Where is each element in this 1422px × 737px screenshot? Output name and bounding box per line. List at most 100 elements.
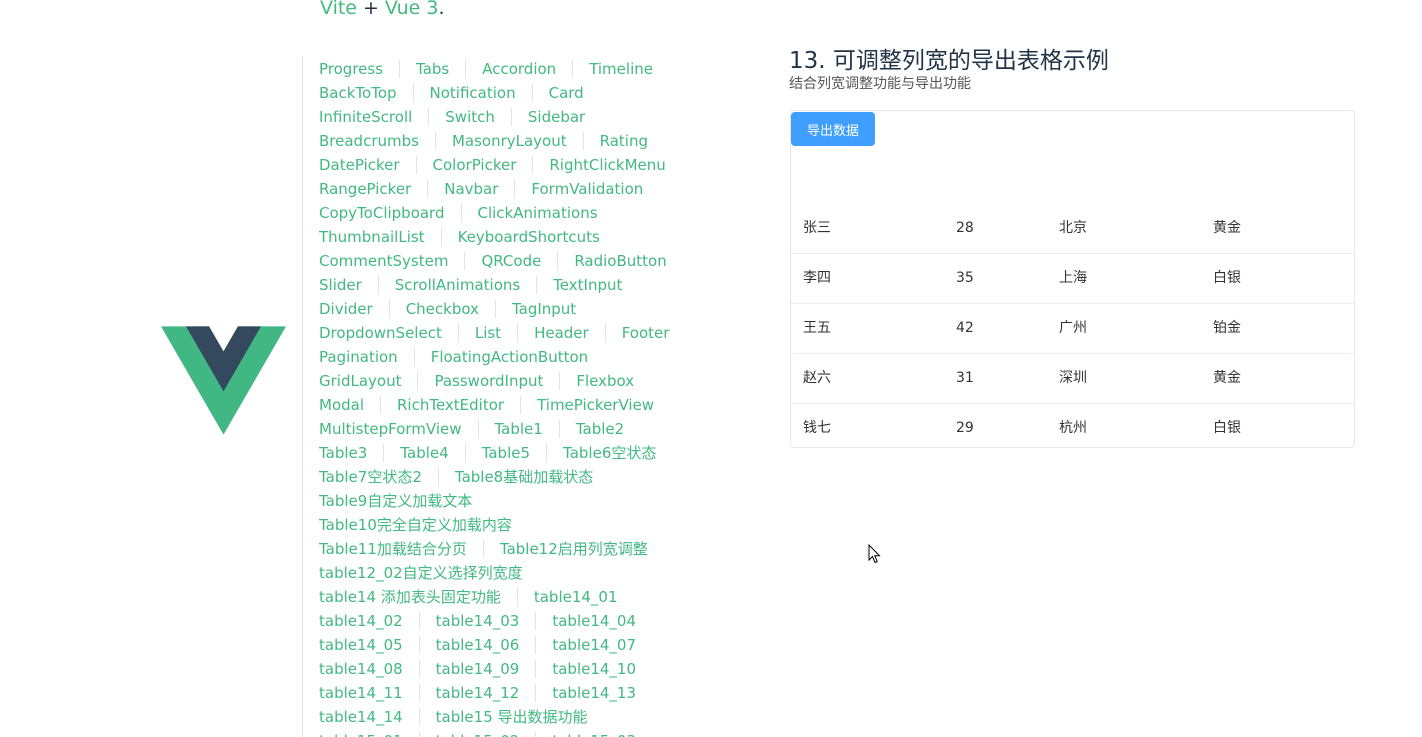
nav-link[interactable]: Table6空状态 — [546, 443, 672, 462]
framework-heading: Vite + Vue 3. — [320, 0, 445, 22]
nav-row: Breadcrumbs MasonryLayout Rating — [303, 128, 685, 152]
nav-link[interactable]: table14_11 — [303, 684, 419, 702]
nav-row: RangePicker Navbar FormValidation — [303, 176, 685, 200]
nav-link[interactable]: table14_14 — [303, 708, 419, 726]
plus-sign: + — [363, 0, 379, 19]
nav-link[interactable]: Breadcrumbs — [303, 132, 435, 150]
nav-link[interactable]: table14_12 — [418, 683, 536, 702]
nav-link[interactable]: table14_01 — [516, 587, 634, 606]
nav-link[interactable]: GridLayout — [303, 372, 417, 390]
nav-link[interactable]: Modal — [303, 396, 380, 414]
nav-link[interactable]: Table2 — [558, 419, 640, 438]
export-data-button[interactable]: 导出数据 — [791, 112, 875, 146]
nav-row: Progress Tabs Accordion Timeline — [303, 56, 685, 80]
table-cell: 28 — [956, 220, 974, 236]
nav-link[interactable]: PasswordInput — [417, 371, 559, 390]
nav-link[interactable]: Table5 — [464, 443, 546, 462]
nav-link[interactable]: TimePickerView — [520, 395, 670, 414]
nav-link[interactable]: MasonryLayout — [434, 131, 583, 150]
nav-link[interactable]: Timeline — [572, 59, 669, 78]
nav-row: table15_01table15_02table15_03 — [303, 728, 685, 737]
nav-link[interactable]: RightClickMenu — [532, 155, 681, 174]
nav-link[interactable]: CopyToClipboard — [303, 204, 461, 222]
nav-link[interactable]: DatePicker — [303, 156, 416, 174]
nav-link[interactable]: Table1 — [477, 419, 559, 438]
nav-link[interactable]: Divider — [303, 300, 389, 318]
nav-link[interactable]: table15_03 — [535, 731, 652, 737]
nav-link[interactable]: InfiniteScroll — [303, 108, 428, 126]
nav-link[interactable]: Table7空状态2 — [303, 468, 438, 486]
nav-link[interactable]: TagInput — [494, 299, 592, 318]
nav-link[interactable]: QRCode — [464, 251, 557, 270]
nav-link[interactable]: Rating — [582, 131, 664, 150]
nav-link[interactable]: BackToTop — [303, 84, 413, 102]
table-cell: 李四 — [803, 270, 831, 286]
nav-link[interactable]: Table12启用列宽调整 — [482, 539, 664, 558]
nav-link[interactable]: Pagination — [303, 348, 414, 366]
nav-link[interactable]: Header — [517, 323, 605, 342]
nav-link[interactable]: ClickAnimations — [460, 203, 614, 222]
nav-link[interactable]: table12_02自定义选择列宽度 — [303, 564, 539, 582]
table-cell: 张三 — [803, 220, 831, 236]
nav-link[interactable]: table14_07 — [535, 635, 652, 654]
table-cell: 42 — [956, 320, 974, 336]
nav-link[interactable]: CommentSystem — [303, 252, 464, 270]
nav-link[interactable]: table14_05 — [303, 636, 419, 654]
nav-link[interactable]: Table3 — [303, 444, 383, 462]
nav-row: CommentSystem QRCode RadioButton — [303, 248, 685, 272]
nav-link[interactable]: TextInput — [536, 275, 638, 294]
nav-link[interactable]: table14_04 — [535, 611, 652, 630]
nav-link[interactable]: Table4 — [383, 443, 464, 462]
nav-link[interactable]: Table9自定义加载文本 — [303, 492, 488, 510]
nav-link[interactable]: List — [457, 323, 517, 342]
nav-link[interactable]: Card — [531, 83, 600, 102]
nav-link[interactable]: Flexbox — [559, 371, 650, 390]
nav-link[interactable]: table14_06 — [418, 635, 536, 654]
nav-link[interactable]: ThumbnailList — [303, 228, 441, 246]
nav-link[interactable]: RadioButton — [557, 251, 682, 270]
nav-link[interactable]: table14_10 — [535, 659, 652, 678]
table-cell: 北京 — [1059, 220, 1087, 236]
mouse-cursor-icon — [868, 544, 881, 564]
nav-link[interactable]: Table11加载结合分页 — [303, 540, 483, 558]
table-cell: 白银 — [1213, 420, 1241, 436]
nav-link[interactable]: Tabs — [399, 59, 465, 78]
nav-link[interactable]: table14_13 — [535, 683, 652, 702]
nav-link[interactable]: Notification — [412, 83, 532, 102]
nav-link[interactable]: DropdownSelect — [303, 324, 458, 342]
page-title: 13. 可调整列宽的导出表格示例 — [789, 48, 1109, 75]
table-row: 赵六 31 深圳 黄金 — [791, 354, 1354, 404]
table-cell: 35 — [956, 270, 974, 286]
nav-link[interactable]: Checkbox — [388, 299, 495, 318]
app-window: Vite + Vue 3. Progress Tabs Accordion Timelin… — [0, 0, 1422, 737]
nav-link[interactable]: KeyboardShortcuts — [440, 227, 616, 246]
nav-link[interactable]: Slider — [303, 276, 378, 294]
nav-link[interactable]: Sidebar — [510, 107, 601, 126]
nav-link[interactable]: ColorPicker — [415, 155, 533, 174]
nav-link[interactable]: Table8基础加载状态 — [437, 467, 609, 486]
nav-link[interactable]: table14_09 — [418, 659, 536, 678]
nav-link[interactable]: Footer — [604, 323, 686, 342]
nav-row: Table9自定义加载文本 — [303, 488, 685, 512]
nav-link[interactable]: FormValidation — [514, 179, 659, 198]
nav-link[interactable]: Progress — [303, 60, 399, 78]
table-cell: 31 — [956, 370, 974, 386]
nav-link[interactable]: table15_01 — [303, 732, 419, 737]
nav-link[interactable]: table14_03 — [418, 611, 536, 630]
nav-link[interactable]: table15_02 — [418, 731, 536, 737]
nav-link[interactable]: table15 导出数据功能 — [418, 707, 604, 726]
nav-row: Modal RichTextEditor TimePickerView — [303, 392, 685, 416]
nav-link[interactable]: table14_02 — [303, 612, 419, 630]
nav-link[interactable]: MultistepFormView — [303, 420, 478, 438]
nav-link[interactable]: Table10完全自定义加载内容 — [303, 516, 528, 534]
nav-link[interactable]: Navbar — [427, 179, 514, 198]
nav-link[interactable]: RichTextEditor — [380, 395, 520, 414]
nav-row: Table11加载结合分页 Table12启用列宽调整 — [303, 536, 685, 560]
nav-link[interactable]: table14_08 — [303, 660, 419, 678]
nav-link[interactable]: ScrollAnimations — [377, 275, 536, 294]
nav-link[interactable]: Accordion — [465, 59, 572, 78]
nav-link[interactable]: Switch — [428, 107, 511, 126]
nav-link[interactable]: table14 添加表头固定功能 — [303, 588, 517, 606]
nav-link[interactable]: FloatingActionButton — [413, 347, 604, 366]
nav-link[interactable]: RangePicker — [303, 180, 427, 198]
